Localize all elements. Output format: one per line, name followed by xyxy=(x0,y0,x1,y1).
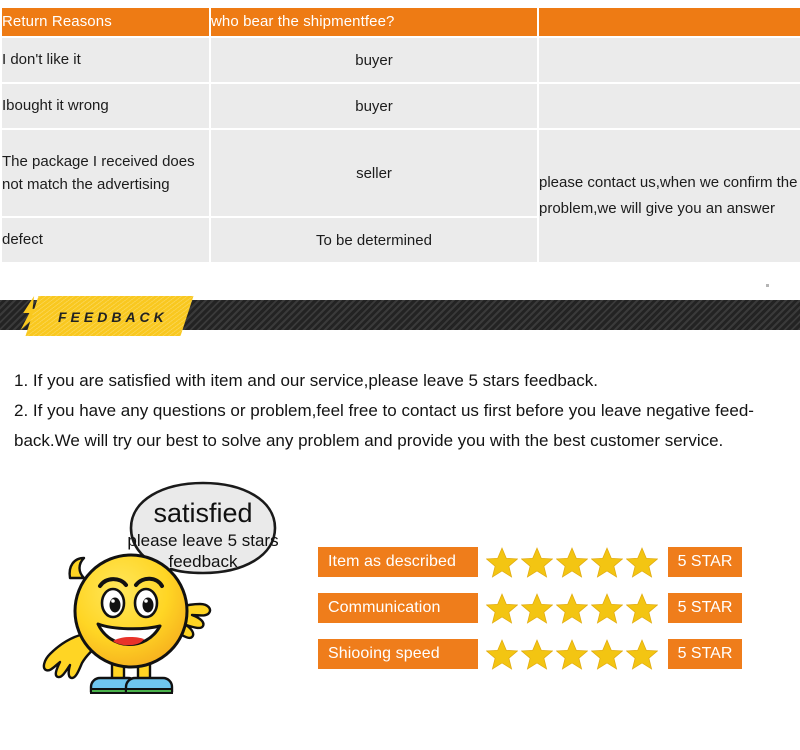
cell-reason: defect xyxy=(2,218,209,262)
rating-list: Item as described 5 STAR Communication 5… xyxy=(318,546,742,684)
star-icon xyxy=(521,638,553,670)
column-header-shipment-fee: who bear the shipmentfee? xyxy=(211,8,537,36)
smiley-character xyxy=(42,553,212,694)
star-icon xyxy=(556,546,588,578)
rating-badge: 5 STAR xyxy=(668,639,742,669)
cell-payer: seller xyxy=(211,130,537,216)
star-icon xyxy=(556,592,588,624)
star-icon xyxy=(521,592,553,624)
star-icon xyxy=(521,546,553,578)
star-icon xyxy=(486,546,518,578)
star-icon xyxy=(591,546,623,578)
cell-note xyxy=(539,84,800,128)
return-reasons-table: Return Reasons who bear the shipmentfee?… xyxy=(0,6,800,264)
table-row: Ibought it wrong buyer xyxy=(2,84,800,128)
table-row: I don't like it buyer xyxy=(2,38,800,82)
star-icon xyxy=(591,638,623,670)
star-icon xyxy=(591,592,623,624)
column-header-notes xyxy=(539,8,800,36)
rating-label: Communication xyxy=(318,593,478,623)
star-icon xyxy=(626,546,658,578)
rating-badge: 5 STAR xyxy=(668,593,742,623)
star-icon xyxy=(486,638,518,670)
table-header: Return Reasons who bear the shipmentfee? xyxy=(2,8,800,36)
cell-reason: Ibought it wrong xyxy=(2,84,209,128)
rating-row-item-as-described: Item as described 5 STAR xyxy=(318,546,742,578)
cell-payer: buyer xyxy=(211,84,537,128)
feedback-banner: FEEDBACK xyxy=(0,288,800,336)
star-rating-item-as-described xyxy=(486,546,661,578)
note-line-3: back.We will try our best to solve any p… xyxy=(14,431,724,450)
cell-payer: buyer xyxy=(211,38,537,82)
star-icon xyxy=(486,592,518,624)
table-header-row: Return Reasons who bear the shipmentfee? xyxy=(2,8,800,36)
rating-label: Shiooing speed xyxy=(318,639,478,669)
star-rating-shipping-speed xyxy=(486,638,661,670)
cell-note: please contact us,when we confirm the pr… xyxy=(539,130,800,262)
banner-title: FEEDBACK xyxy=(58,309,168,325)
star-icon xyxy=(626,592,658,624)
feedback-notes: 1. If you are satisfied with item and ou… xyxy=(14,366,790,456)
note-line-2: 2. If you have any questions or problem,… xyxy=(14,401,754,420)
rating-row-communication: Communication 5 STAR xyxy=(318,592,742,624)
star-rating-communication xyxy=(486,592,661,624)
column-header-return-reasons: Return Reasons xyxy=(2,8,209,36)
cell-payer: To be determined xyxy=(211,218,537,262)
cell-reason: The package I received does not match th… xyxy=(2,130,209,216)
cell-reason: I don't like it xyxy=(2,38,209,82)
rating-label: Item as described xyxy=(318,547,478,577)
rating-badge: 5 STAR xyxy=(668,547,742,577)
star-icon xyxy=(556,638,588,670)
note-line-1: 1. If you are satisfied with item and ou… xyxy=(14,371,598,390)
mascot-illustration: satisfied please leave 5 stars feedback xyxy=(28,478,318,703)
banner-speck xyxy=(766,284,769,287)
table-body: I don't like it buyer Ibought it wrong b… xyxy=(2,38,800,262)
table-row: The package I received does not match th… xyxy=(2,130,800,262)
rating-row-shipping-speed: Shiooing speed 5 STAR xyxy=(318,638,742,670)
cell-note xyxy=(539,38,800,82)
star-icon xyxy=(626,638,658,670)
